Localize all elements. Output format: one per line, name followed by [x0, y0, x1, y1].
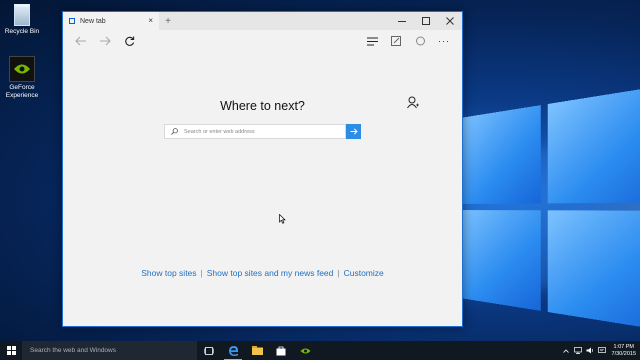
page-heading: Where to next? — [220, 99, 305, 113]
close-window-button[interactable] — [438, 12, 462, 30]
file-explorer-icon — [251, 346, 263, 355]
geforce-icon — [300, 348, 310, 353]
more-button[interactable]: ··· — [432, 32, 456, 50]
show-hidden-icons-button[interactable] — [562, 347, 570, 355]
maximize-button[interactable] — [414, 12, 438, 30]
maximize-icon — [422, 17, 430, 25]
tab-title: New tab — [80, 17, 106, 25]
plus-icon: + — [165, 15, 171, 27]
browser-window: New tab × + ··· Where to next? Search or… — [62, 11, 463, 327]
speaker-icon — [586, 347, 593, 354]
system-tray: 1:07 PM 7/30/2015 — [560, 341, 640, 360]
web-note-icon — [391, 36, 401, 46]
chevron-up-icon — [562, 348, 569, 353]
taskbar-search-placeholder: Search the web and Windows — [30, 347, 116, 354]
go-button[interactable] — [346, 124, 361, 139]
share-button[interactable] — [408, 32, 432, 50]
new-tab-page: Where to next? Search or enter web addre… — [63, 52, 462, 327]
share-icon — [415, 36, 425, 46]
forward-button[interactable] — [93, 32, 117, 50]
search-icon — [171, 128, 178, 135]
forward-icon — [100, 36, 111, 46]
network-icon — [573, 347, 582, 354]
network-button[interactable] — [573, 347, 582, 355]
back-button[interactable] — [69, 32, 93, 50]
clock-time: 1:07 PM — [613, 343, 634, 350]
customize-link[interactable]: Customize — [344, 268, 384, 278]
desktop-icon-label: GeForce Experience — [5, 84, 39, 99]
close-icon — [446, 17, 454, 25]
taskbar: Search the web and Windows 1:07 PM 7/30/… — [0, 341, 640, 360]
hub-button[interactable] — [360, 32, 384, 50]
taskbar-file-explorer[interactable] — [245, 341, 269, 360]
new-tab-button[interactable]: + — [159, 12, 177, 30]
taskbar-geforce[interactable] — [293, 341, 317, 360]
back-icon — [75, 36, 86, 46]
hub-icon — [366, 37, 378, 45]
customize-links: Show top sites | Show top sites and my new… — [63, 268, 462, 278]
clock-date: 7/30/2015 — [611, 350, 636, 357]
tab-favicon-icon — [69, 18, 75, 24]
desktop: Recycle Bin GeForce Experience New tab ×… — [0, 0, 640, 341]
arrow-right-icon — [350, 128, 358, 135]
web-note-button[interactable] — [384, 32, 408, 50]
recycle-bin-icon — [14, 4, 30, 26]
taskbar-clock[interactable]: 1:07 PM 7/30/2015 — [612, 344, 636, 358]
search-input[interactable]: Search or enter web address — [164, 124, 346, 139]
task-view-icon — [204, 346, 214, 355]
minimize-icon — [398, 21, 406, 22]
taskbar-edge[interactable] — [221, 341, 245, 360]
link-separator: | — [200, 268, 203, 278]
edge-icon — [228, 346, 238, 356]
action-center-button[interactable] — [597, 347, 606, 355]
link-separator: | — [337, 268, 340, 278]
store-icon — [276, 346, 286, 355]
show-top-sites-and-news-link[interactable]: Show top sites and my news feed — [207, 268, 334, 278]
tab-new-tab[interactable]: New tab × — [63, 12, 159, 30]
start-button[interactable] — [0, 341, 22, 360]
person-icon — [407, 96, 419, 109]
volume-button[interactable] — [586, 347, 594, 355]
account-button[interactable] — [407, 96, 419, 114]
windows-logo-wallpaper — [460, 85, 640, 331]
show-top-sites-link[interactable]: Show top sites — [141, 268, 196, 278]
taskbar-search-box[interactable]: Search the web and Windows — [22, 341, 197, 360]
desktop-icon-geforce[interactable]: GeForce Experience — [0, 56, 44, 100]
refresh-icon — [124, 36, 134, 46]
taskbar-store[interactable] — [269, 341, 293, 360]
notification-icon — [597, 347, 606, 353]
refresh-button[interactable] — [117, 32, 141, 50]
search-placeholder: Search or enter web address — [184, 128, 255, 135]
task-view-button[interactable] — [197, 341, 221, 360]
more-icon: ··· — [438, 36, 450, 46]
windows-start-icon — [6, 346, 16, 355]
minimize-button[interactable] — [390, 12, 414, 30]
mouse-cursor — [279, 211, 286, 229]
close-tab-icon[interactable]: × — [148, 17, 153, 25]
geforce-icon — [9, 56, 35, 82]
desktop-icon-recycle-bin[interactable]: Recycle Bin — [0, 2, 44, 36]
title-bar: New tab × + — [63, 12, 462, 30]
browser-toolbar: ··· — [63, 30, 462, 52]
desktop-icon-label: Recycle Bin — [4, 28, 40, 35]
